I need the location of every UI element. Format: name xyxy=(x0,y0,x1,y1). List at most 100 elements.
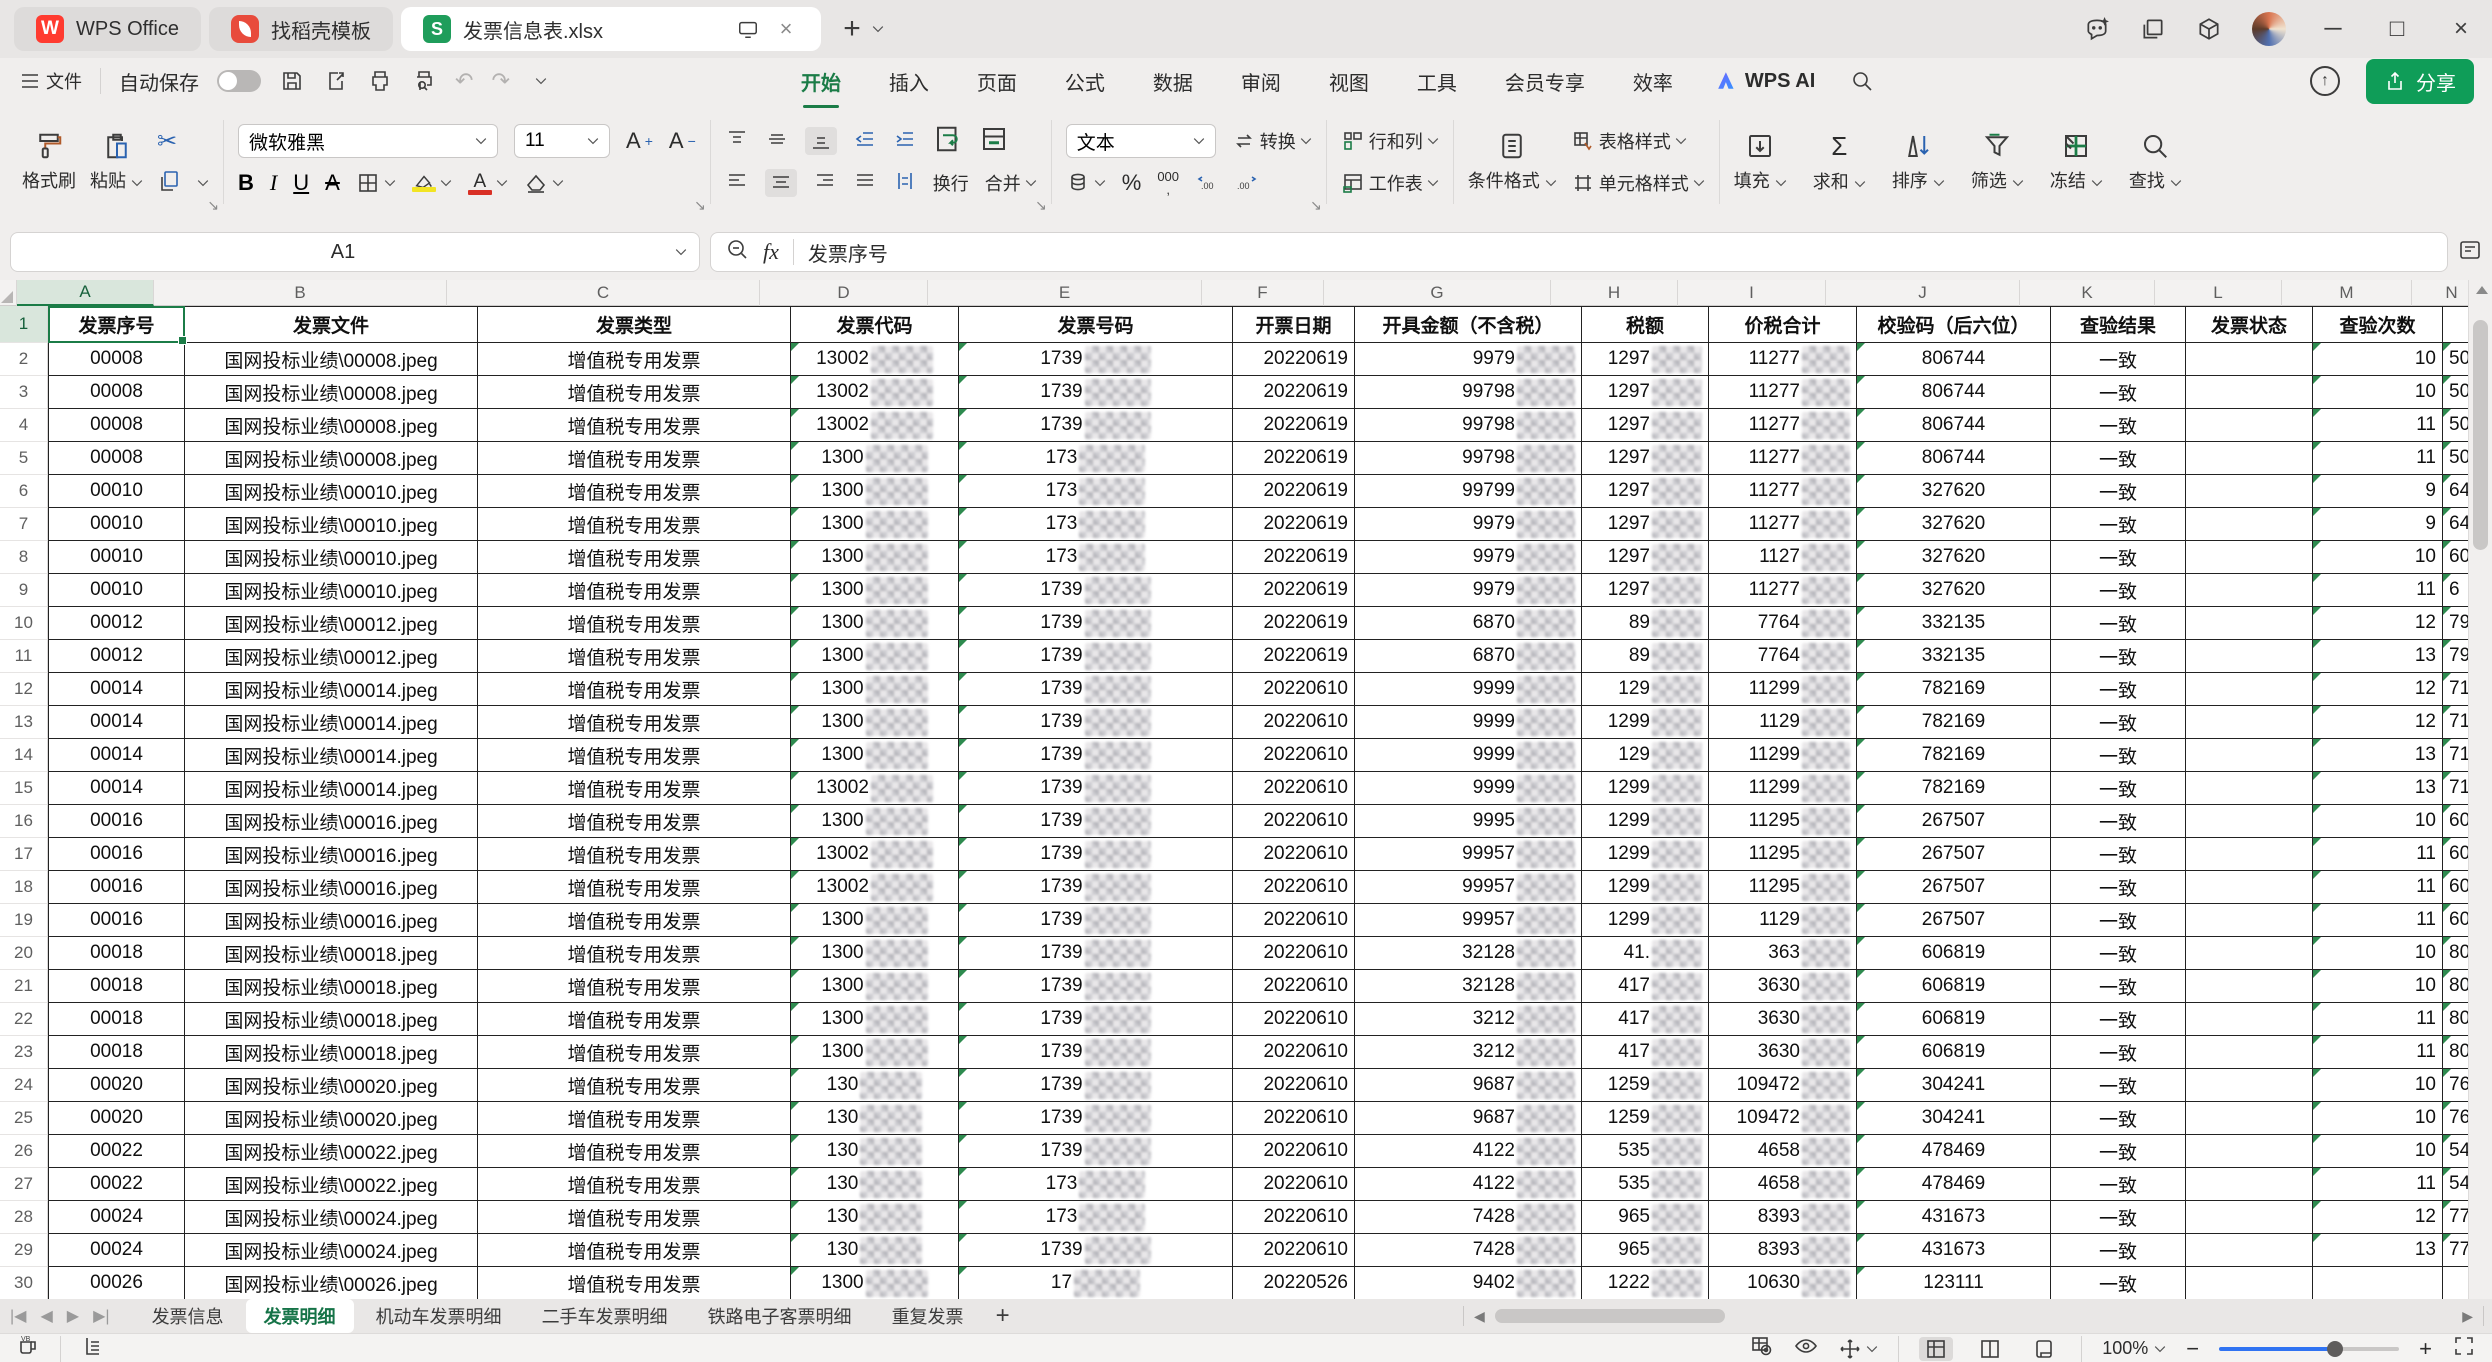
cell-H5[interactable]: 1297 xyxy=(1582,442,1709,475)
redo-icon[interactable]: ↷ xyxy=(491,68,509,94)
cell-M14[interactable]: 13 xyxy=(2313,739,2443,772)
cell-H18[interactable]: 1299 xyxy=(1582,871,1709,904)
column-header-A[interactable]: A xyxy=(17,280,154,306)
rows-cols-button[interactable]: 行和列 xyxy=(1341,128,1439,154)
export-icon[interactable] xyxy=(323,68,349,94)
cell-I2[interactable]: 11277 xyxy=(1709,343,1857,376)
table-style-button[interactable]: 表格样式 xyxy=(1571,128,1687,154)
cell-M8[interactable]: 10 xyxy=(2313,541,2443,574)
cell-L1[interactable]: 发票状态 xyxy=(2186,306,2313,343)
cell-B26[interactable]: 国网投标业绩\00022.jpeg xyxy=(185,1135,478,1168)
cell-I9[interactable]: 11277 xyxy=(1709,574,1857,607)
cell-A10[interactable]: 00012 xyxy=(48,607,185,640)
cell-G16[interactable]: 9995 xyxy=(1355,805,1582,838)
cell-K4[interactable]: 一致 xyxy=(2051,409,2186,442)
vertical-scrollbar[interactable] xyxy=(2468,280,2492,1299)
cube-icon[interactable] xyxy=(2196,16,2222,42)
cell-A11[interactable]: 00012 xyxy=(48,640,185,673)
cell-E12[interactable]: 1739 xyxy=(959,673,1233,706)
currency-button[interactable] xyxy=(1066,171,1106,195)
cell-G19[interactable]: 99957 xyxy=(1355,904,1582,937)
undo-icon[interactable]: ↶ xyxy=(455,68,473,94)
cell-E22[interactable]: 1739 xyxy=(959,1003,1233,1036)
cell-C7[interactable]: 增值税专用发票 xyxy=(478,508,791,541)
font-color-button[interactable]: A xyxy=(468,171,508,195)
row-number-19[interactable]: 19 xyxy=(0,904,48,937)
cell-J26[interactable]: 478469 xyxy=(1857,1135,2051,1168)
autosave-toggle[interactable] xyxy=(217,70,261,92)
fill-color-button[interactable] xyxy=(412,174,452,192)
cell-G23[interactable]: 3212 xyxy=(1355,1036,1582,1069)
cell-A4[interactable]: 00008 xyxy=(48,409,185,442)
move-selection-icon[interactable] xyxy=(1838,1337,1878,1361)
cell-H29[interactable]: 965 xyxy=(1582,1234,1709,1267)
cell-F24[interactable]: 20220610 xyxy=(1233,1069,1355,1102)
cell-K12[interactable]: 一致 xyxy=(2051,673,2186,706)
cell-D12[interactable]: 1300 xyxy=(791,673,959,706)
cell-E4[interactable]: 1739 xyxy=(959,409,1233,442)
cell-C4[interactable]: 增值税专用发票 xyxy=(478,409,791,442)
column-header-I[interactable]: I xyxy=(1678,280,1826,306)
cell-F22[interactable]: 20220610 xyxy=(1233,1003,1355,1036)
cell-F13[interactable]: 20220610 xyxy=(1233,706,1355,739)
cell-C13[interactable]: 增值税专用发票 xyxy=(478,706,791,739)
cell-A6[interactable]: 00010 xyxy=(48,475,185,508)
cell-E10[interactable]: 1739 xyxy=(959,607,1233,640)
cell-A12[interactable]: 00014 xyxy=(48,673,185,706)
cell-H10[interactable]: 89 xyxy=(1582,607,1709,640)
cell-F10[interactable]: 20220619 xyxy=(1233,607,1355,640)
cell-K26[interactable]: 一致 xyxy=(2051,1135,2186,1168)
cell-C28[interactable]: 增值税专用发票 xyxy=(478,1201,791,1234)
cell-H6[interactable]: 1297 xyxy=(1582,475,1709,508)
cell-J12[interactable]: 782169 xyxy=(1857,673,2051,706)
cell-A18[interactable]: 00016 xyxy=(48,871,185,904)
cell-G15[interactable]: 9999 xyxy=(1355,772,1582,805)
font-size-select[interactable]: 11 xyxy=(514,124,610,158)
cell-M23[interactable]: 11 xyxy=(2313,1036,2443,1069)
horizontal-scrollbar[interactable]: ◀ ▶ xyxy=(1463,1299,2484,1333)
cell-C1[interactable]: 发票类型 xyxy=(478,306,791,343)
cell-E6[interactable]: 173 xyxy=(959,475,1233,508)
cell-K27[interactable]: 一致 xyxy=(2051,1168,2186,1201)
cell-B13[interactable]: 国网投标业绩\00014.jpeg xyxy=(185,706,478,739)
cell-J25[interactable]: 304241 xyxy=(1857,1102,2051,1135)
cell-H14[interactable]: 129 xyxy=(1582,739,1709,772)
menu-tab-5[interactable]: 审阅 xyxy=(1239,61,1283,102)
cell-B16[interactable]: 国网投标业绩\00016.jpeg xyxy=(185,805,478,838)
cell-G10[interactable]: 6870 xyxy=(1355,607,1582,640)
cell-L27[interactable] xyxy=(2186,1168,2313,1201)
cell-M30[interactable] xyxy=(2313,1267,2443,1299)
cell-G11[interactable]: 6870 xyxy=(1355,640,1582,673)
menu-tab-1[interactable]: 插入 xyxy=(887,61,931,102)
row-number-14[interactable]: 14 xyxy=(0,739,48,772)
cell-F15[interactable]: 20220610 xyxy=(1233,772,1355,805)
cell-L4[interactable] xyxy=(2186,409,2313,442)
cell-F18[interactable]: 20220610 xyxy=(1233,871,1355,904)
cell-J17[interactable]: 267507 xyxy=(1857,838,2051,871)
cell-M16[interactable]: 10 xyxy=(2313,805,2443,838)
select-all-corner[interactable] xyxy=(0,280,17,306)
cell-F2[interactable]: 20220619 xyxy=(1233,343,1355,376)
row-number-23[interactable]: 23 xyxy=(0,1036,48,1069)
cell-H17[interactable]: 1299 xyxy=(1582,838,1709,871)
cell-J3[interactable]: 806744 xyxy=(1857,376,2051,409)
cell-G3[interactable]: 99798 xyxy=(1355,376,1582,409)
add-sheet-icon[interactable]: + xyxy=(996,1302,1010,1330)
cell-A25[interactable]: 00020 xyxy=(48,1102,185,1135)
cell-F29[interactable]: 20220610 xyxy=(1233,1234,1355,1267)
cell-K8[interactable]: 一致 xyxy=(2051,541,2186,574)
cell-C24[interactable]: 增值税专用发票 xyxy=(478,1069,791,1102)
cell-C21[interactable]: 增值税专用发票 xyxy=(478,970,791,1003)
cell-G29[interactable]: 7428 xyxy=(1355,1234,1582,1267)
zoom-slider-knob[interactable] xyxy=(2327,1341,2343,1357)
cell-A15[interactable]: 00014 xyxy=(48,772,185,805)
cell-M10[interactable]: 12 xyxy=(2313,607,2443,640)
cell-D18[interactable]: 13002 xyxy=(791,871,959,904)
cell-A27[interactable]: 00022 xyxy=(48,1168,185,1201)
cell-H26[interactable]: 535 xyxy=(1582,1135,1709,1168)
cell-E3[interactable]: 1739 xyxy=(959,376,1233,409)
cell-I5[interactable]: 11277 xyxy=(1709,442,1857,475)
cell-K24[interactable]: 一致 xyxy=(2051,1069,2186,1102)
cell-B2[interactable]: 国网投标业绩\00008.jpeg xyxy=(185,343,478,376)
cell-C2[interactable]: 增值税专用发票 xyxy=(478,343,791,376)
